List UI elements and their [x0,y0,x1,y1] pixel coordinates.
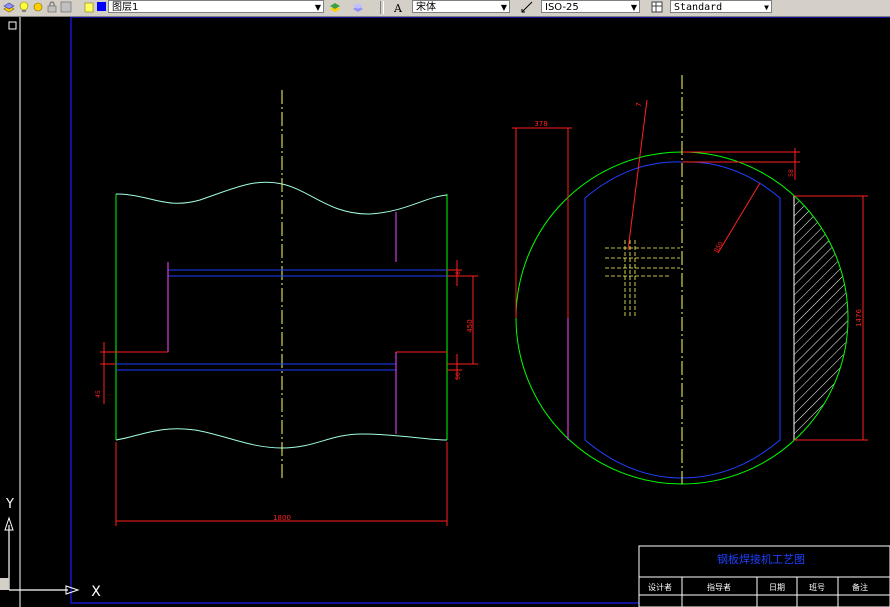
text-style-dropdown[interactable]: 宋体 ▼ [412,0,510,13]
dim-text-58: 58 [788,169,795,177]
drawing-border [70,17,890,604]
drawing-title: 钢板焊接机工艺图 [717,552,805,566]
designer-label: 设计者 [648,582,672,592]
layer-color-icon[interactable] [60,1,72,13]
text-style-icon[interactable]: A [393,1,405,13]
table-style-dropdown[interactable]: Standard ▼ [670,0,772,13]
dimension-style-dropdown[interactable]: ISO-25 ▼ [541,0,640,13]
side-view [515,75,849,485]
text-style-value: 宋体 [416,2,436,13]
advisor-label: 指导者 [707,582,731,592]
layer-dropdown[interactable]: 图层1 ▼ [108,0,324,13]
chevron-down-icon: ▼ [314,3,321,12]
dim-text-7: 7 [635,102,644,108]
dim-text-50: 50 [455,372,462,380]
chevron-down-icon: ▼ [764,3,769,12]
svg-text:A: A [393,2,403,13]
toolbar-separator [380,1,384,14]
table-style-icon[interactable] [651,1,663,13]
color-swatch-icon [97,2,106,11]
viewport-grip[interactable] [8,21,17,30]
properties-toolbar: 图层1 ▼ A 宋体 ▼ ISO-25 ▼ Standard ▼ [0,0,890,17]
dim-text-1800: 1800 [273,514,291,522]
lock-icon[interactable] [46,1,58,13]
drawing-canvas[interactable]: 1800 450 8 50 45 378 58 1476 7 850 钢板焊接机… [0,17,890,607]
make-layer-current-icon[interactable] [329,1,341,13]
date-label: 日期 [769,583,785,592]
chevron-down-icon: ▼ [500,3,507,12]
dim-text-378: 378 [534,120,547,128]
yellow-layer-icon [84,2,94,13]
title-block: 钢板焊接机工艺图 设计者 指导者 日期 班号 备注 [638,545,890,607]
ucs-x-label: X [91,584,101,600]
leader-line-7 [627,99,648,251]
front-dimensions [100,260,478,526]
class-number-label: 班号 [809,582,825,592]
dimension-style-icon[interactable] [521,1,533,13]
dim-text-1476: 1476 [855,309,863,327]
dim-text-850: 850 [713,240,725,254]
dim-text-450: 450 [466,319,474,332]
layer-manager-icon[interactable] [3,1,15,13]
table-style-value: Standard [674,2,723,13]
ucs-y-label: Y [5,497,14,512]
remarks-label: 备注 [852,582,868,592]
front-view [115,90,448,480]
layer-dropdown-value: 图层1 [112,2,139,13]
ucs-square [0,578,9,590]
ucs-icon: Y X [0,497,101,600]
dim-text-8: 8 [455,271,462,275]
dim-line-850 [717,182,761,254]
bulb-icon[interactable] [18,1,30,13]
chevron-down-icon: ▼ [630,3,637,12]
layer-previous-icon[interactable] [352,1,364,13]
weld-marker [605,240,680,318]
dim-text-45: 45 [95,390,102,398]
dimension-style-value: ISO-25 [545,2,579,13]
hatch-section [794,152,848,484]
sun-icon[interactable] [32,1,44,13]
